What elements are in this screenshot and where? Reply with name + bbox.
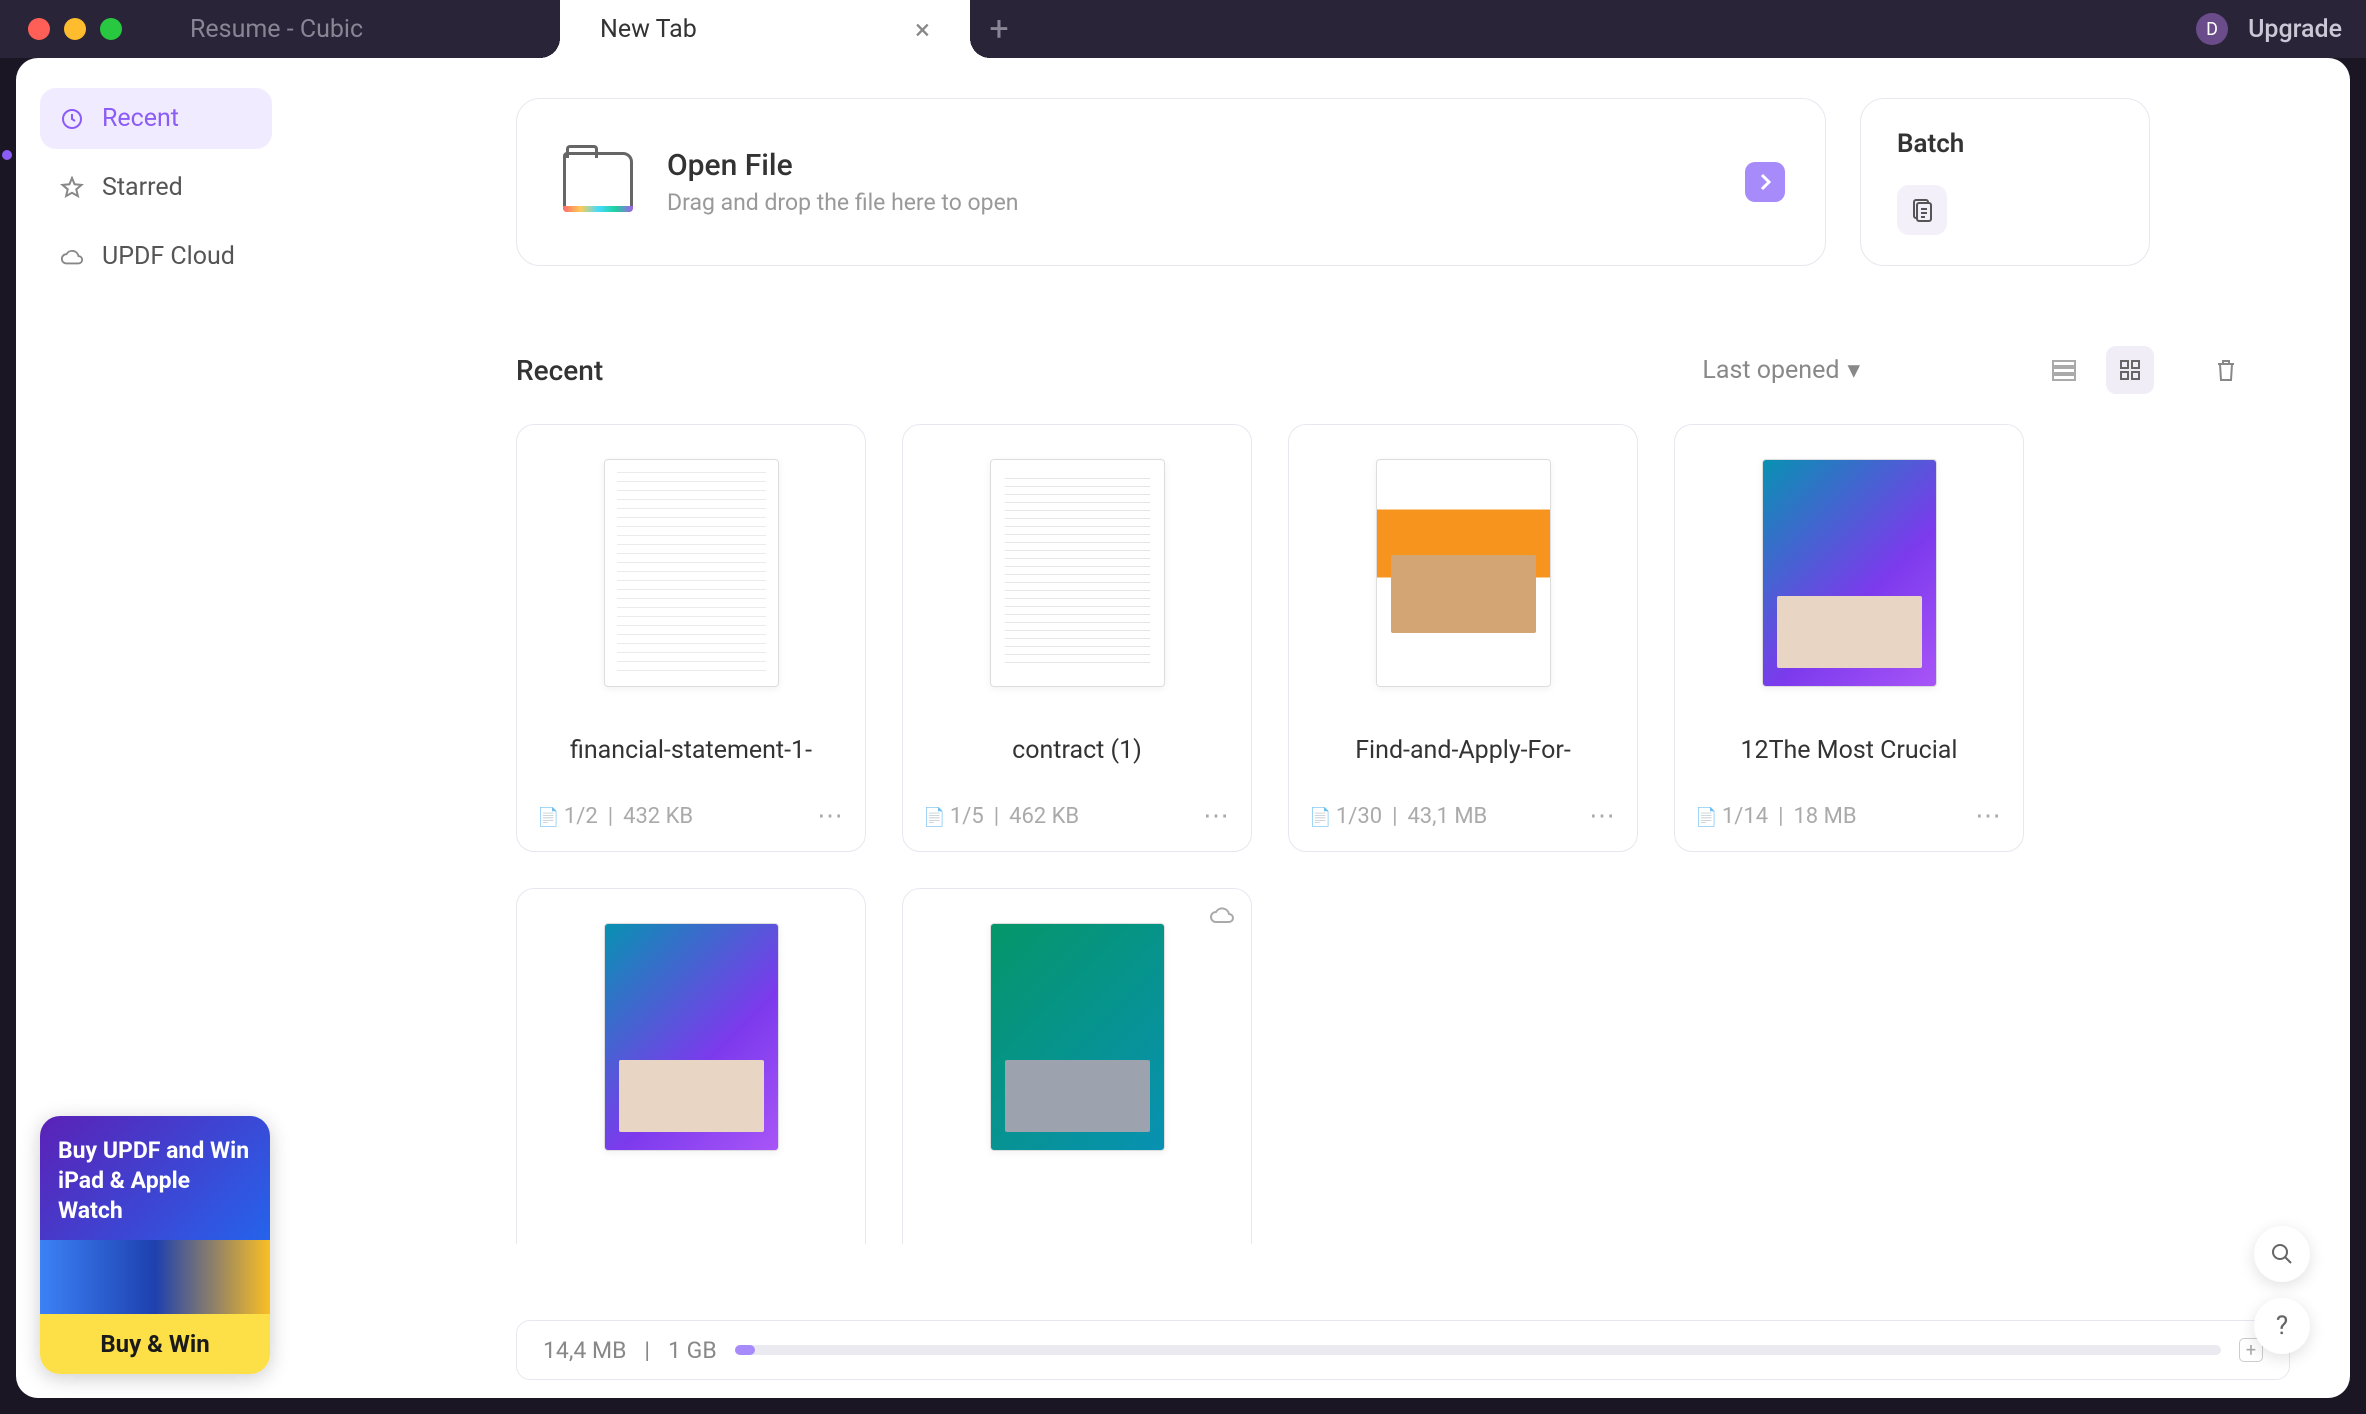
file-card[interactable] bbox=[902, 888, 1252, 1244]
file-size: 462 KB bbox=[1009, 804, 1079, 829]
open-file-card[interactable]: Open File Drag and drop the file here to… bbox=[516, 98, 1826, 266]
file-more-button[interactable]: ⋯ bbox=[817, 801, 845, 831]
file-card[interactable]: Find-and-Apply-For- 1/30 | 43,1 MB ⋯ bbox=[1288, 424, 1638, 852]
file-grid: financial-statement-1- 1/2 | 432 KB ⋯ co… bbox=[516, 424, 2290, 1244]
file-card[interactable]: contract (1) 1/5 | 462 KB ⋯ bbox=[902, 424, 1252, 852]
file-name: financial-statement-1- bbox=[570, 717, 812, 785]
storage-used: 14,4 MB bbox=[543, 1337, 626, 1364]
file-thumbnail bbox=[1376, 459, 1551, 687]
file-thumbnail bbox=[990, 923, 1165, 1151]
file-pages: 1/2 bbox=[537, 804, 598, 829]
file-thumbnail bbox=[604, 923, 779, 1151]
promo-image bbox=[40, 1240, 270, 1314]
open-file-title: Open File bbox=[667, 148, 1018, 183]
maximize-window-button[interactable] bbox=[100, 18, 122, 40]
user-avatar[interactable]: D bbox=[2196, 13, 2228, 45]
clock-icon bbox=[60, 107, 84, 131]
sidebar-label: UPDF Cloud bbox=[102, 242, 235, 271]
file-more-button[interactable]: ⋯ bbox=[1203, 801, 1231, 831]
grid-view-button[interactable] bbox=[2106, 346, 2154, 394]
storage-progress bbox=[735, 1345, 2221, 1355]
sidebar-item-recent[interactable]: Recent bbox=[40, 88, 272, 149]
tab-new[interactable]: New Tab × bbox=[560, 0, 970, 58]
file-pages: 1/30 bbox=[1309, 804, 1382, 829]
promo-button[interactable]: Buy & Win bbox=[40, 1314, 270, 1374]
promo-headline: Buy UPDF and Win iPad & Apple Watch bbox=[58, 1136, 252, 1226]
promo-banner[interactable]: Buy UPDF and Win iPad & Apple Watch Buy … bbox=[40, 1116, 270, 1374]
file-thumbnail bbox=[1762, 459, 1937, 687]
file-more-button[interactable]: ⋯ bbox=[1975, 801, 2003, 831]
minimize-window-button[interactable] bbox=[64, 18, 86, 40]
storage-bar: 14,4 MB | 1 GB + bbox=[516, 1320, 2290, 1380]
main-panel: Recent Starred UPDF Cloud Ope bbox=[16, 58, 2350, 1398]
file-card[interactable]: financial-statement-1- 1/2 | 432 KB ⋯ bbox=[516, 424, 866, 852]
sort-dropdown[interactable]: Last opened ▾ bbox=[1702, 355, 1860, 385]
upgrade-link[interactable]: Upgrade bbox=[2248, 15, 2342, 44]
batch-card: Batch bbox=[1860, 98, 2150, 266]
file-thumbnail bbox=[990, 459, 1165, 687]
titlebar: Resume - Cubic New Tab × + D Upgrade bbox=[0, 0, 2366, 58]
file-pages: 1/5 bbox=[923, 804, 984, 829]
batch-combine-button[interactable] bbox=[1897, 185, 1947, 235]
window-controls bbox=[0, 18, 150, 40]
file-name: Find-and-Apply-For- bbox=[1355, 717, 1571, 785]
sidebar-item-cloud[interactable]: UPDF Cloud bbox=[40, 226, 272, 287]
file-pages: 1/14 bbox=[1695, 804, 1768, 829]
help-fab[interactable]: ? bbox=[2254, 1298, 2310, 1354]
sidebar-label: Starred bbox=[102, 173, 183, 202]
storage-total: 1 GB bbox=[668, 1337, 717, 1364]
chevron-down-icon: ▾ bbox=[1847, 355, 1860, 385]
close-window-button[interactable] bbox=[28, 18, 50, 40]
file-card[interactable] bbox=[516, 888, 866, 1244]
cloud-sync-icon bbox=[1209, 905, 1235, 925]
content-area: Open File Drag and drop the file here to… bbox=[296, 58, 2350, 1398]
open-file-arrow-button[interactable] bbox=[1745, 162, 1785, 202]
file-card[interactable]: 12The Most Crucial 1/14 | 18 MB ⋯ bbox=[1674, 424, 2024, 852]
tab-bar: Resume - Cubic New Tab × + bbox=[150, 0, 2196, 58]
list-view-button[interactable] bbox=[2040, 346, 2088, 394]
close-tab-icon[interactable]: × bbox=[915, 13, 930, 46]
trash-button[interactable] bbox=[2202, 346, 2250, 394]
open-file-subtitle: Drag and drop the file here to open bbox=[667, 189, 1018, 216]
tab-label: New Tab bbox=[600, 15, 697, 44]
sidebar-label: Recent bbox=[102, 104, 179, 133]
tab-resume[interactable]: Resume - Cubic bbox=[150, 0, 560, 58]
batch-title: Batch bbox=[1897, 129, 2113, 159]
sort-label: Last opened bbox=[1702, 356, 1839, 385]
search-fab[interactable] bbox=[2254, 1226, 2310, 1282]
recent-section-title: Recent bbox=[516, 354, 603, 387]
file-name: 12The Most Crucial bbox=[1741, 717, 1958, 785]
file-size: 43,1 MB bbox=[1407, 804, 1487, 829]
file-size: 432 KB bbox=[623, 804, 693, 829]
star-icon bbox=[60, 176, 84, 200]
file-more-button[interactable]: ⋯ bbox=[1589, 801, 1617, 831]
cloud-icon bbox=[60, 245, 84, 269]
sidebar-indicator-dot bbox=[2, 150, 12, 160]
file-name: contract (1) bbox=[1012, 717, 1142, 785]
file-thumbnail bbox=[604, 459, 779, 687]
tab-label: Resume - Cubic bbox=[190, 15, 363, 44]
file-size: 18 MB bbox=[1793, 804, 1856, 829]
sidebar-item-starred[interactable]: Starred bbox=[40, 157, 272, 218]
folder-icon bbox=[563, 152, 633, 212]
